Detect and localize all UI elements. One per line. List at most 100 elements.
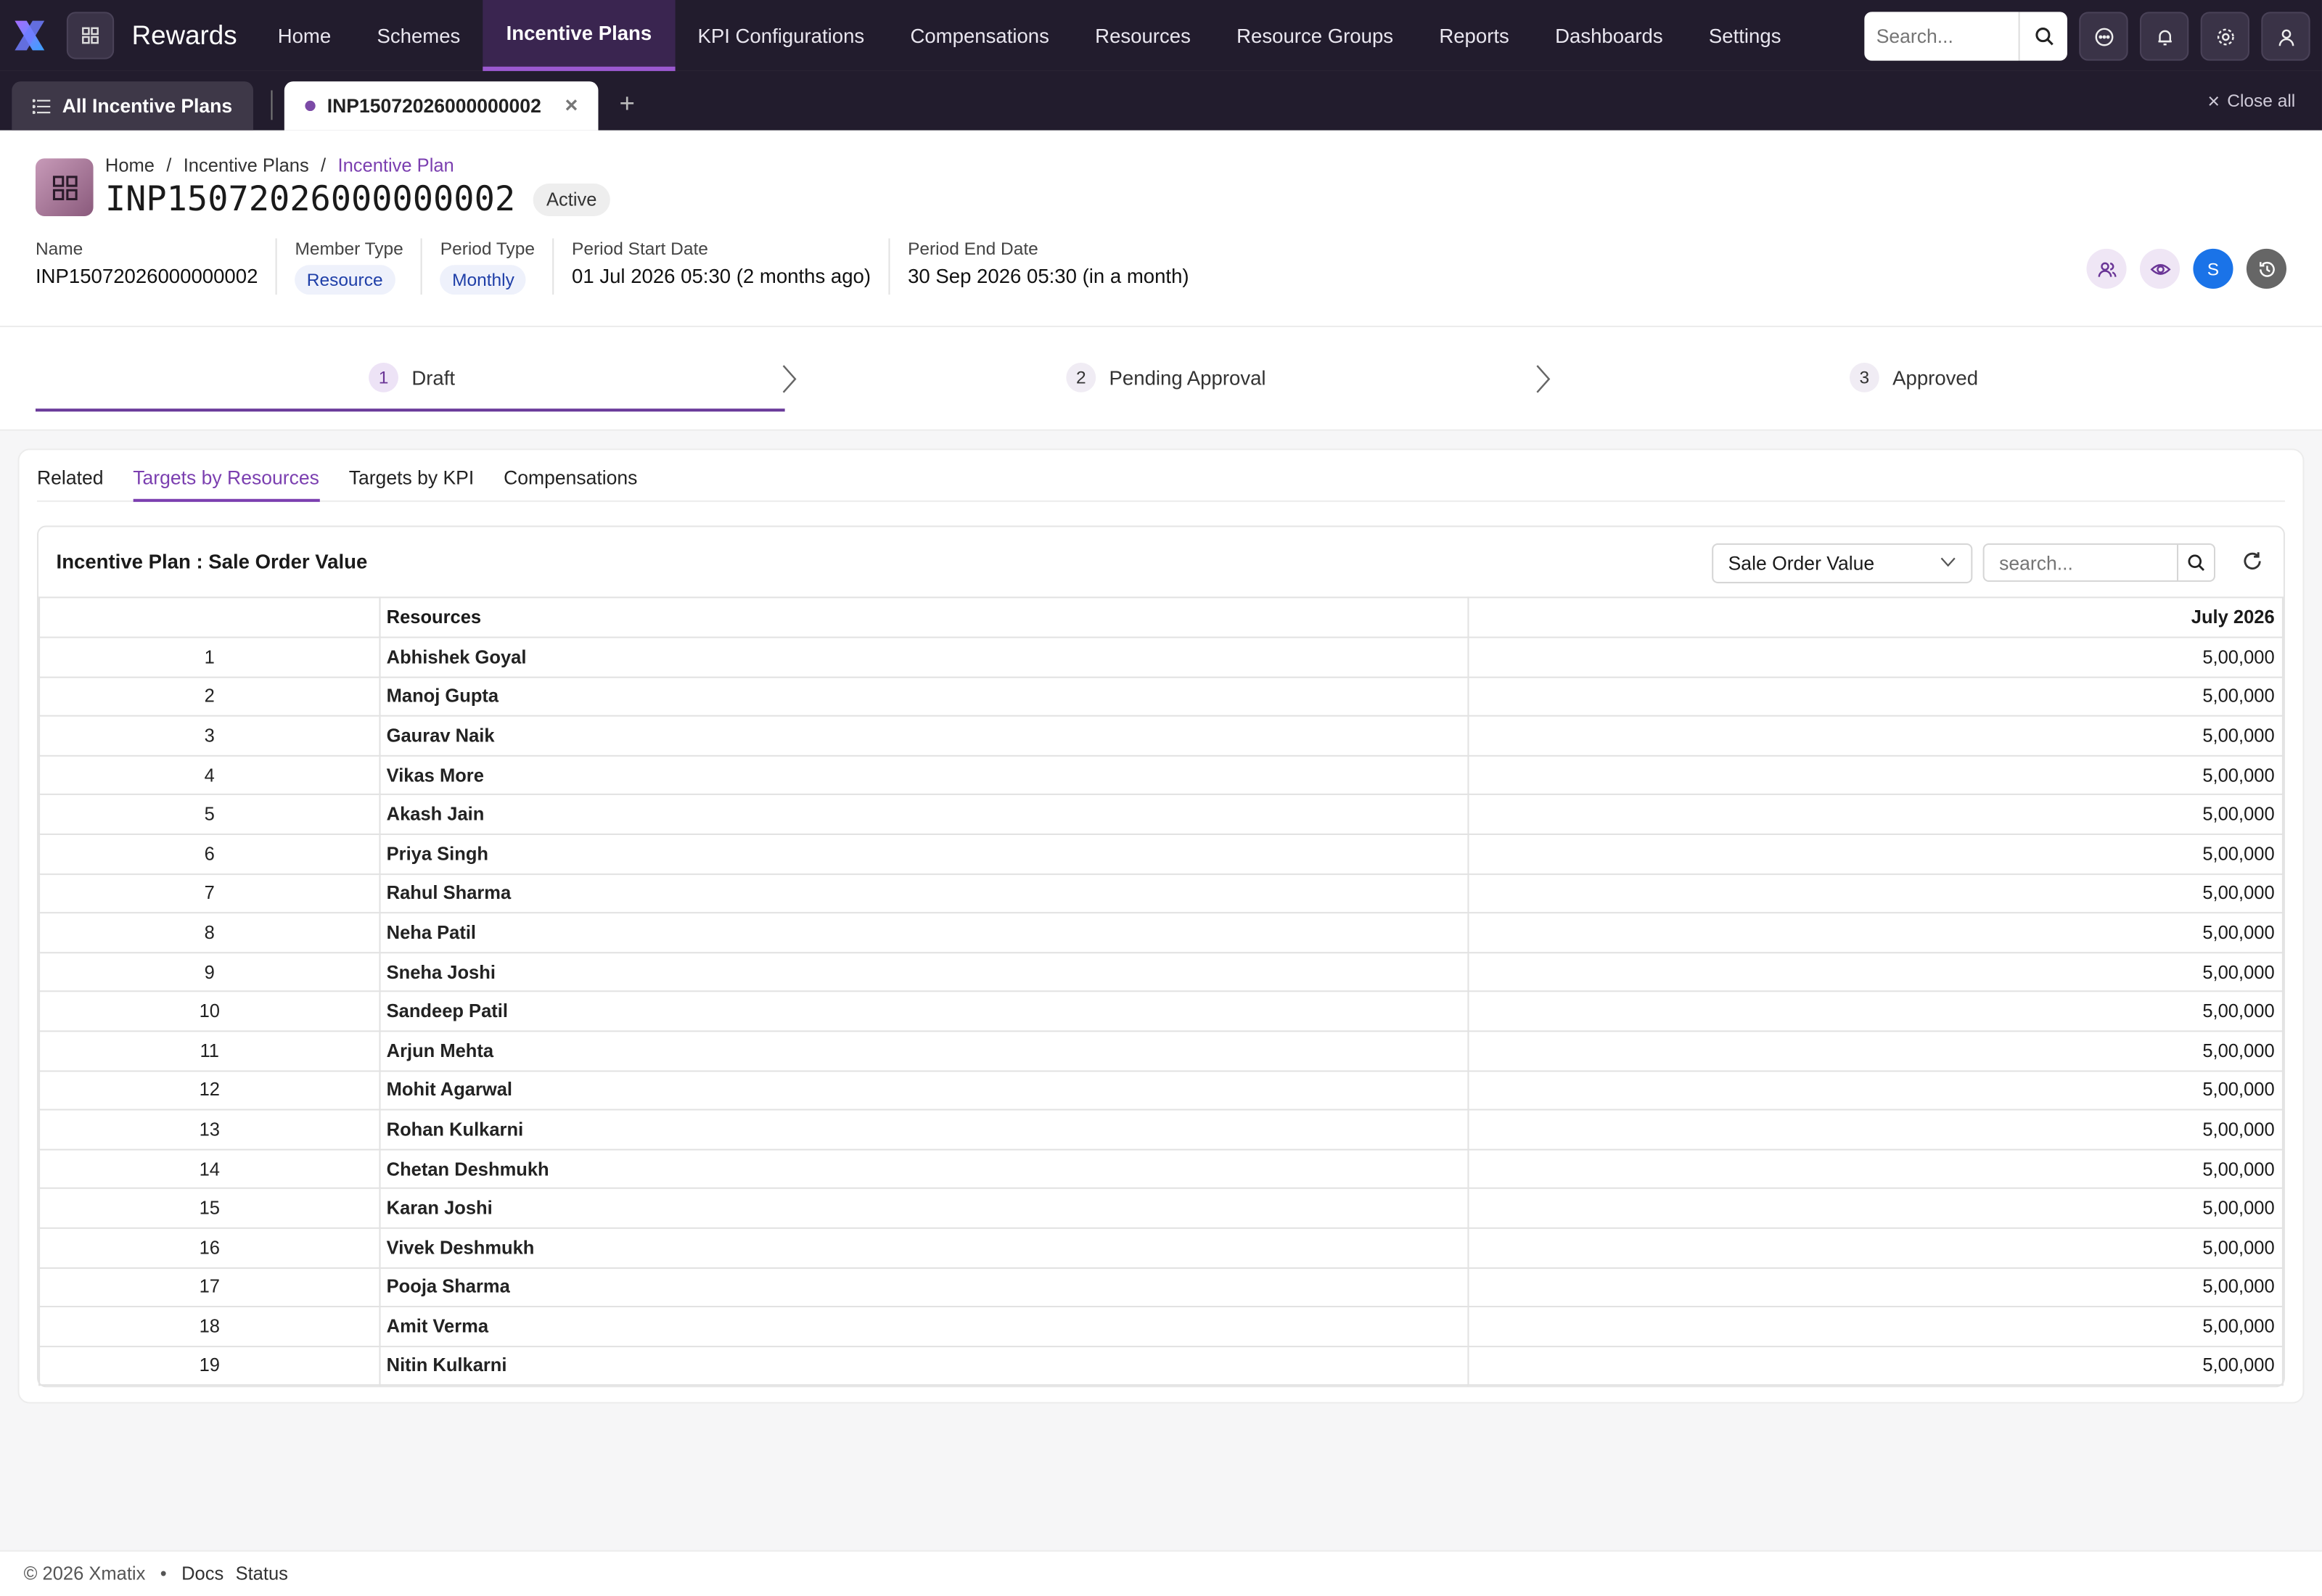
breadcrumb-home[interactable]: Home: [105, 155, 155, 176]
column-header-july-2026[interactable]: July 2026: [1467, 596, 2284, 638]
target-value[interactable]: 5,00,000: [1467, 754, 2284, 796]
add-tab-icon[interactable]: +: [620, 89, 635, 120]
tab-all-incentive-plans[interactable]: All Incentive Plans: [12, 81, 253, 131]
table-row[interactable]: 8 Neha Patil 5,00,000: [38, 912, 2284, 953]
avatar[interactable]: S: [2193, 248, 2233, 289]
gear-icon[interactable]: [2200, 12, 2249, 61]
table-row[interactable]: 17 Pooja Sharma 5,00,000: [38, 1266, 2284, 1308]
table-row[interactable]: 3 Gaurav Naik 5,00,000: [38, 715, 2284, 757]
target-value[interactable]: 5,00,000: [1467, 715, 2284, 757]
nav-resource-groups[interactable]: Resource Groups: [1213, 0, 1416, 71]
nav-compensations[interactable]: Compensations: [887, 0, 1072, 71]
table-row[interactable]: 11 Arjun Mehta 5,00,000: [38, 1030, 2284, 1071]
step-pending-approval[interactable]: 2 Pending Approval: [1066, 362, 1266, 392]
target-value[interactable]: 5,00,000: [1467, 1345, 2284, 1386]
detail-card: Related Targets by Resources Targets by …: [17, 448, 2305, 1404]
nav-incentive-plans[interactable]: Incentive Plans: [483, 0, 675, 71]
table-row[interactable]: 4 Vikas More 5,00,000: [38, 754, 2284, 796]
table-search-input[interactable]: [1982, 543, 2179, 583]
target-value[interactable]: 5,00,000: [1467, 1030, 2284, 1071]
nav-settings[interactable]: Settings: [1686, 0, 1804, 71]
tab-close-icon[interactable]: ×: [565, 94, 578, 119]
table-row[interactable]: 12 Mohit Agarwal 5,00,000: [38, 1069, 2284, 1111]
field-period-type-label: Period Type: [440, 238, 536, 260]
target-value[interactable]: 5,00,000: [1467, 991, 2284, 1032]
field-period-end: Period End Date 30 Sep 2026 05:30 (in a …: [908, 239, 1207, 295]
target-value[interactable]: 5,00,000: [1467, 951, 2284, 993]
target-value[interactable]: 5,00,000: [1467, 1306, 2284, 1347]
step-number: 1: [369, 362, 398, 392]
footer-link-status[interactable]: Status: [236, 1563, 288, 1584]
footer-bullet: •: [160, 1563, 167, 1584]
target-value[interactable]: 5,00,000: [1467, 1227, 2284, 1268]
eye-icon[interactable]: [2139, 248, 2181, 289]
table-row[interactable]: 16 Vivek Deshmukh 5,00,000: [38, 1227, 2284, 1268]
target-value[interactable]: 5,00,000: [1467, 1266, 2284, 1308]
kpi-select[interactable]: Sale Order Value: [1712, 543, 1973, 584]
target-value[interactable]: 5,00,000: [1467, 873, 2284, 914]
row-index: 2: [38, 675, 381, 717]
nav-home[interactable]: Home: [255, 0, 354, 71]
nav-resources[interactable]: Resources: [1072, 0, 1214, 71]
period-type-pill: Monthly: [440, 265, 527, 295]
row-index: 11: [38, 1030, 381, 1071]
table-row[interactable]: 10 Sandeep Patil 5,00,000: [38, 991, 2284, 1032]
table-row[interactable]: 19 Nitin Kulkarni 5,00,000: [38, 1345, 2284, 1386]
step-draft[interactable]: 1 Draft: [369, 362, 455, 392]
chat-icon[interactable]: [2079, 12, 2128, 61]
history-icon[interactable]: [2246, 248, 2286, 289]
field-period-start-value: 01 Jul 2026 05:30 (2 months ago): [572, 265, 871, 287]
breadcrumb-incentive-plans[interactable]: Incentive Plans: [184, 155, 309, 176]
close-all-button[interactable]: × Close all: [2207, 89, 2295, 112]
resource-name: Vivek Deshmukh: [379, 1227, 1469, 1268]
global-search-input[interactable]: [1864, 12, 2019, 61]
target-value[interactable]: 5,00,000: [1467, 912, 2284, 953]
table-row[interactable]: 5 Akash Jain 5,00,000: [38, 794, 2284, 835]
content-area: Related Targets by Resources Targets by …: [0, 430, 2322, 1552]
table-row[interactable]: 6 Priya Singh 5,00,000: [38, 833, 2284, 875]
target-value[interactable]: 5,00,000: [1467, 1069, 2284, 1111]
target-value[interactable]: 5,00,000: [1467, 1148, 2284, 1190]
tab-related[interactable]: Related: [37, 464, 103, 502]
table-row[interactable]: 2 Manoj Gupta 5,00,000: [38, 675, 2284, 717]
tab-targets-by-resources[interactable]: Targets by Resources: [133, 464, 319, 502]
tab-compensations[interactable]: Compensations: [504, 464, 637, 502]
row-index: 16: [38, 1227, 381, 1268]
target-value[interactable]: 5,00,000: [1467, 1188, 2284, 1229]
target-value[interactable]: 5,00,000: [1467, 1108, 2284, 1151]
refresh-icon[interactable]: [2242, 551, 2263, 572]
search-icon[interactable]: [2018, 12, 2067, 61]
nav-reports[interactable]: Reports: [1416, 0, 1533, 71]
table-row[interactable]: 15 Karan Joshi 5,00,000: [38, 1188, 2284, 1229]
app-grid-icon[interactable]: [66, 12, 115, 59]
status-badge: Active: [533, 184, 610, 216]
members-icon[interactable]: [2086, 248, 2127, 289]
table-row[interactable]: 14 Chetan Deshmukh 5,00,000: [38, 1148, 2284, 1190]
target-value[interactable]: 5,00,000: [1467, 675, 2284, 717]
table-row[interactable]: 9 Sneha Joshi 5,00,000: [38, 951, 2284, 993]
xmatix-logo-icon[interactable]: [0, 0, 60, 71]
table-row[interactable]: 18 Amit Verma 5,00,000: [38, 1306, 2284, 1347]
row-index: 19: [38, 1345, 381, 1386]
table-row[interactable]: 1 Abhishek Goyal 5,00,000: [38, 636, 2284, 678]
tab-open-record[interactable]: INP15072026000000002 ×: [284, 81, 599, 131]
unsaved-dot-icon: [305, 100, 316, 112]
step-approved[interactable]: 3 Approved: [1849, 362, 1979, 392]
target-value[interactable]: 5,00,000: [1467, 636, 2284, 678]
target-value[interactable]: 5,00,000: [1467, 833, 2284, 875]
table-row[interactable]: 13 Rohan Kulkarni 5,00,000: [38, 1108, 2284, 1151]
search-icon[interactable]: [2178, 543, 2216, 583]
nav-kpi-configurations[interactable]: KPI Configurations: [675, 0, 887, 71]
tab-targets-by-kpi[interactable]: Targets by KPI: [349, 464, 475, 502]
user-icon[interactable]: [2261, 12, 2310, 61]
row-index: 17: [38, 1266, 381, 1308]
bell-icon[interactable]: [2139, 12, 2189, 61]
table-row[interactable]: 7 Rahul Sharma 5,00,000: [38, 873, 2284, 914]
nav-schemes[interactable]: Schemes: [354, 0, 483, 71]
global-search: [1864, 12, 2067, 61]
footer-link-docs[interactable]: Docs: [181, 1563, 223, 1584]
column-header-resources[interactable]: Resources: [379, 596, 1469, 638]
nav-dashboards[interactable]: Dashboards: [1532, 0, 1686, 71]
target-value[interactable]: 5,00,000: [1467, 794, 2284, 835]
step-label: Approved: [1892, 366, 1979, 389]
